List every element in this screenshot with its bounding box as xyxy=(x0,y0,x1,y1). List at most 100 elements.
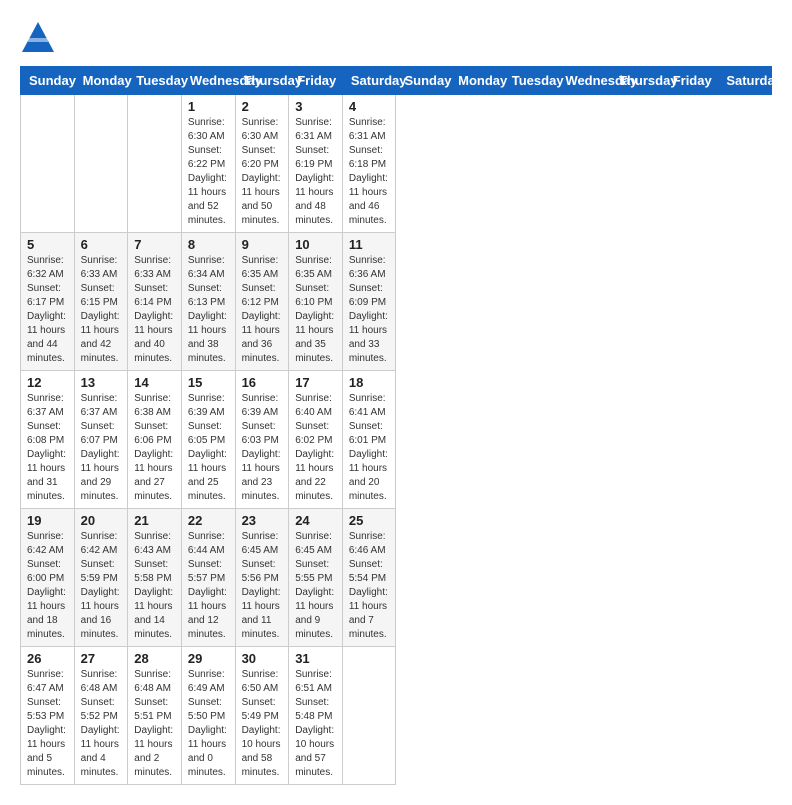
day-info: Sunrise: 6:34 AM Sunset: 6:13 PM Dayligh… xyxy=(188,254,229,366)
day-number: 17 xyxy=(295,375,336,390)
day-number: 13 xyxy=(81,375,122,390)
day-info: Sunrise: 6:47 AM Sunset: 5:53 PM Dayligh… xyxy=(27,668,68,780)
calendar-cell: 21 Sunrise: 6:43 AM Sunset: 5:58 PM Dayli… xyxy=(128,509,182,647)
day-number: 5 xyxy=(27,237,68,252)
logo xyxy=(20,20,60,56)
col-header-wednesday: Wednesday xyxy=(557,67,611,95)
calendar-cell: 30Sunrise: 6:50 AM Sunset: 5:49 PM Dayli… xyxy=(235,647,289,785)
day-number: 11 xyxy=(349,237,390,252)
day-info: Sunrise: 6:31 AM Sunset: 6:19 PM Dayligh… xyxy=(295,116,336,228)
day-number: 24 xyxy=(295,513,336,528)
calendar-cell: 9 Sunrise: 6:35 AM Sunset: 6:12 PM Daylig… xyxy=(235,233,289,371)
day-info: Sunrise: 6:43 AM Sunset: 5:58 PM Dayligh… xyxy=(134,530,175,642)
calendar-cell: 8 Sunrise: 6:34 AM Sunset: 6:13 PM Daylig… xyxy=(181,233,235,371)
logo-icon xyxy=(20,20,56,56)
day-info: Sunrise: 6:51 AM Sunset: 5:48 PM Dayligh… xyxy=(295,668,336,780)
calendar-cell: 11 Sunrise: 6:36 AM Sunset: 6:09 PM Dayli… xyxy=(342,233,396,371)
day-info: Sunrise: 6:44 AM Sunset: 5:57 PM Dayligh… xyxy=(188,530,229,642)
calendar-cell: 15Sunrise: 6:39 AM Sunset: 6:05 PM Dayli… xyxy=(181,371,235,509)
header-tuesday: Tuesday xyxy=(128,67,182,95)
col-header-friday: Friday xyxy=(664,67,718,95)
calendar-cell: 1 Sunrise: 6:30 AM Sunset: 6:22 PM Daylig… xyxy=(181,95,235,233)
calendar-cell: 12 Sunrise: 6:37 AM Sunset: 6:08 PM Dayli… xyxy=(21,371,75,509)
day-number: 9 xyxy=(242,237,283,252)
calendar-cell: 20Sunrise: 6:42 AM Sunset: 5:59 PM Dayli… xyxy=(74,509,128,647)
calendar-week-4: 19 Sunrise: 6:42 AM Sunset: 6:00 PM Dayli… xyxy=(21,509,772,647)
day-number: 26 xyxy=(27,651,68,666)
day-number: 1 xyxy=(188,99,229,114)
calendar-table: SundayMondayTuesdayWednesdayThursdayFrid… xyxy=(20,66,772,785)
calendar-cell: 19 Sunrise: 6:42 AM Sunset: 6:00 PM Dayli… xyxy=(21,509,75,647)
calendar-cell: 25Sunrise: 6:46 AM Sunset: 5:54 PM Dayli… xyxy=(342,509,396,647)
calendar-week-5: 26 Sunrise: 6:47 AM Sunset: 5:53 PM Dayli… xyxy=(21,647,772,785)
calendar-week-2: 5 Sunrise: 6:32 AM Sunset: 6:17 PM Daylig… xyxy=(21,233,772,371)
calendar-cell: 3Sunrise: 6:31 AM Sunset: 6:19 PM Daylig… xyxy=(289,95,343,233)
calendar-cell: 14Sunrise: 6:38 AM Sunset: 6:06 PM Dayli… xyxy=(128,371,182,509)
calendar-cell xyxy=(74,95,128,233)
header-friday: Friday xyxy=(289,67,343,95)
calendar-cell: 10Sunrise: 6:35 AM Sunset: 6:10 PM Dayli… xyxy=(289,233,343,371)
calendar-cell xyxy=(128,95,182,233)
col-header-sunday: Sunday xyxy=(396,67,450,95)
calendar-cell: 28 Sunrise: 6:48 AM Sunset: 5:51 PM Dayli… xyxy=(128,647,182,785)
day-info: Sunrise: 6:37 AM Sunset: 6:07 PM Dayligh… xyxy=(81,392,122,504)
header-thursday: Thursday xyxy=(235,67,289,95)
day-number: 19 xyxy=(27,513,68,528)
day-info: Sunrise: 6:35 AM Sunset: 6:12 PM Dayligh… xyxy=(242,254,283,366)
day-info: Sunrise: 6:49 AM Sunset: 5:50 PM Dayligh… xyxy=(188,668,229,780)
day-number: 22 xyxy=(188,513,229,528)
calendar-cell: 6Sunrise: 6:33 AM Sunset: 6:15 PM Daylig… xyxy=(74,233,128,371)
calendar-cell: 24 Sunrise: 6:45 AM Sunset: 5:55 PM Dayli… xyxy=(289,509,343,647)
day-info: Sunrise: 6:39 AM Sunset: 6:03 PM Dayligh… xyxy=(242,392,283,504)
day-info: Sunrise: 6:31 AM Sunset: 6:18 PM Dayligh… xyxy=(349,116,390,228)
day-info: Sunrise: 6:41 AM Sunset: 6:01 PM Dayligh… xyxy=(349,392,390,504)
calendar-cell: 4 Sunrise: 6:31 AM Sunset: 6:18 PM Daylig… xyxy=(342,95,396,233)
calendar-cell: 16 Sunrise: 6:39 AM Sunset: 6:03 PM Dayli… xyxy=(235,371,289,509)
day-info: Sunrise: 6:35 AM Sunset: 6:10 PM Dayligh… xyxy=(295,254,336,366)
day-number: 12 xyxy=(27,375,68,390)
day-number: 7 xyxy=(134,237,175,252)
calendar-cell: 23Sunrise: 6:45 AM Sunset: 5:56 PM Dayli… xyxy=(235,509,289,647)
day-number: 25 xyxy=(349,513,390,528)
page-header xyxy=(20,20,772,56)
calendar-week-3: 12 Sunrise: 6:37 AM Sunset: 6:08 PM Dayli… xyxy=(21,371,772,509)
calendar-cell: 2Sunrise: 6:30 AM Sunset: 6:20 PM Daylig… xyxy=(235,95,289,233)
day-info: Sunrise: 6:48 AM Sunset: 5:51 PM Dayligh… xyxy=(134,668,175,780)
calendar-cell: 17 Sunrise: 6:40 AM Sunset: 6:02 PM Dayli… xyxy=(289,371,343,509)
calendar-cell: 29Sunrise: 6:49 AM Sunset: 5:50 PM Dayli… xyxy=(181,647,235,785)
header-saturday: Saturday xyxy=(342,67,396,95)
calendar-cell: 27Sunrise: 6:48 AM Sunset: 5:52 PM Dayli… xyxy=(74,647,128,785)
day-number: 18 xyxy=(349,375,390,390)
col-header-saturday: Saturday xyxy=(718,67,772,95)
day-number: 16 xyxy=(242,375,283,390)
day-number: 4 xyxy=(349,99,390,114)
calendar-cell: 18 Sunrise: 6:41 AM Sunset: 6:01 PM Dayli… xyxy=(342,371,396,509)
calendar-cell: 22 Sunrise: 6:44 AM Sunset: 5:57 PM Dayli… xyxy=(181,509,235,647)
day-number: 8 xyxy=(188,237,229,252)
day-number: 28 xyxy=(134,651,175,666)
calendar-cell: 26 Sunrise: 6:47 AM Sunset: 5:53 PM Dayli… xyxy=(21,647,75,785)
calendar-cell: 31Sunrise: 6:51 AM Sunset: 5:48 PM Dayli… xyxy=(289,647,343,785)
header-sunday: Sunday xyxy=(21,67,75,95)
day-number: 20 xyxy=(81,513,122,528)
day-info: Sunrise: 6:40 AM Sunset: 6:02 PM Dayligh… xyxy=(295,392,336,504)
header-monday: Monday xyxy=(74,67,128,95)
calendar-header-row: SundayMondayTuesdayWednesdayThursdayFrid… xyxy=(21,67,772,95)
calendar-cell: 5 Sunrise: 6:32 AM Sunset: 6:17 PM Daylig… xyxy=(21,233,75,371)
day-info: Sunrise: 6:32 AM Sunset: 6:17 PM Dayligh… xyxy=(27,254,68,366)
day-info: Sunrise: 6:48 AM Sunset: 5:52 PM Dayligh… xyxy=(81,668,122,780)
day-info: Sunrise: 6:38 AM Sunset: 6:06 PM Dayligh… xyxy=(134,392,175,504)
day-info: Sunrise: 6:30 AM Sunset: 6:22 PM Dayligh… xyxy=(188,116,229,228)
day-number: 15 xyxy=(188,375,229,390)
day-number: 6 xyxy=(81,237,122,252)
day-number: 21 xyxy=(134,513,175,528)
day-info: Sunrise: 6:45 AM Sunset: 5:55 PM Dayligh… xyxy=(295,530,336,642)
calendar-cell xyxy=(342,647,396,785)
day-info: Sunrise: 6:42 AM Sunset: 6:00 PM Dayligh… xyxy=(27,530,68,642)
day-info: Sunrise: 6:36 AM Sunset: 6:09 PM Dayligh… xyxy=(349,254,390,366)
day-number: 2 xyxy=(242,99,283,114)
day-info: Sunrise: 6:37 AM Sunset: 6:08 PM Dayligh… xyxy=(27,392,68,504)
day-info: Sunrise: 6:50 AM Sunset: 5:49 PM Dayligh… xyxy=(242,668,283,780)
day-info: Sunrise: 6:33 AM Sunset: 6:14 PM Dayligh… xyxy=(134,254,175,366)
day-info: Sunrise: 6:45 AM Sunset: 5:56 PM Dayligh… xyxy=(242,530,283,642)
